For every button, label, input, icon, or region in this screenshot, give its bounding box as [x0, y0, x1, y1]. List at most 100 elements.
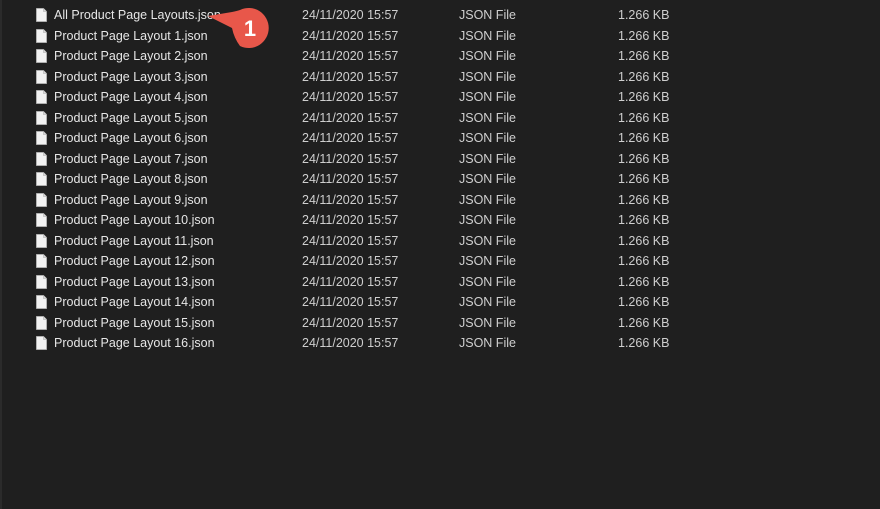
- file-date-modified: 24/11/2020 15:57: [302, 28, 399, 43]
- file-icon: [36, 110, 47, 125]
- file-type: JSON File: [459, 274, 516, 289]
- file-name: Product Page Layout 6.json: [54, 131, 208, 145]
- file-type: JSON File: [459, 315, 516, 330]
- callout-number: 1: [243, 16, 257, 41]
- file-date-modified: 24/11/2020 15:57: [302, 295, 399, 309]
- file-name: Product Page Layout 8.json: [54, 172, 208, 186]
- file-type: JSON File: [459, 90, 516, 104]
- file-icon: [36, 69, 47, 84]
- file-type: JSON File: [459, 69, 516, 84]
- file-row[interactable]: Product Page Layout 9.json 24/11/2020 15…: [0, 190, 880, 211]
- file-row[interactable]: Product Page Layout 7.json 24/11/2020 15…: [0, 149, 880, 170]
- file-date-modified: 24/11/2020 15:57: [302, 69, 399, 84]
- file-row[interactable]: Product Page Layout 4.json 24/11/2020 15…: [0, 87, 880, 108]
- file-name: Product Page Layout 16.json: [54, 336, 215, 350]
- file-size: 1.266 KB: [618, 295, 670, 309]
- file-name: All Product Page Layouts.json: [54, 8, 221, 22]
- file-date-modified: 24/11/2020 15:57: [302, 110, 399, 125]
- file-icon: [36, 131, 47, 145]
- file-type: JSON File: [459, 336, 516, 350]
- file-icon: [36, 295, 47, 309]
- file-date-modified: 24/11/2020 15:57: [302, 336, 399, 350]
- file-size: 1.266 KB: [618, 28, 670, 43]
- file-icon: [36, 192, 47, 207]
- file-date-modified: 24/11/2020 15:57: [302, 192, 399, 207]
- file-type: JSON File: [459, 131, 516, 145]
- file-size: 1.266 KB: [618, 274, 670, 289]
- file-row[interactable]: Product Page Layout 13.json 24/11/2020 1…: [0, 272, 880, 293]
- file-name: Product Page Layout 5.json: [54, 110, 208, 125]
- file-icon: [36, 274, 47, 289]
- file-date-modified: 24/11/2020 15:57: [302, 213, 399, 227]
- file-date-modified: 24/11/2020 15:57: [302, 172, 399, 186]
- file-date-modified: 24/11/2020 15:57: [302, 8, 399, 22]
- file-date-modified: 24/11/2020 15:57: [302, 90, 399, 104]
- file-type: JSON File: [459, 192, 516, 207]
- file-icon: [36, 254, 47, 268]
- file-type: JSON File: [459, 49, 516, 63]
- file-type: JSON File: [459, 254, 516, 268]
- file-row[interactable]: Product Page Layout 11.json 24/11/2020 1…: [0, 231, 880, 252]
- file-size: 1.266 KB: [618, 90, 670, 104]
- file-name: Product Page Layout 15.json: [54, 315, 215, 330]
- file-icon: [36, 213, 47, 227]
- file-size: 1.266 KB: [618, 213, 670, 227]
- file-size: 1.266 KB: [618, 336, 670, 350]
- file-name: Product Page Layout 1.json: [54, 28, 208, 43]
- file-date-modified: 24/11/2020 15:57: [302, 49, 399, 63]
- file-date-modified: 24/11/2020 15:57: [302, 233, 399, 248]
- file-type: JSON File: [459, 151, 516, 166]
- file-row[interactable]: Product Page Layout 3.json 24/11/2020 15…: [0, 67, 880, 88]
- file-name: Product Page Layout 10.json: [54, 213, 215, 227]
- file-type: JSON File: [459, 213, 516, 227]
- file-type: JSON File: [459, 233, 516, 248]
- file-size: 1.266 KB: [618, 69, 670, 84]
- file-name: Product Page Layout 13.json: [54, 274, 215, 289]
- file-date-modified: 24/11/2020 15:57: [302, 151, 399, 166]
- file-list: All Product Page Layouts.json 24/11/2020…: [0, 5, 880, 354]
- file-icon: [36, 90, 47, 104]
- file-row[interactable]: Product Page Layout 8.json 24/11/2020 15…: [0, 169, 880, 190]
- file-row[interactable]: All Product Page Layouts.json 24/11/2020…: [0, 5, 880, 26]
- file-row[interactable]: Product Page Layout 16.json 24/11/2020 1…: [0, 333, 880, 354]
- file-type: JSON File: [459, 172, 516, 186]
- file-icon: [36, 233, 47, 248]
- file-name: Product Page Layout 2.json: [54, 49, 208, 63]
- file-row[interactable]: Product Page Layout 6.json 24/11/2020 15…: [0, 128, 880, 149]
- file-icon: [36, 172, 47, 186]
- file-size: 1.266 KB: [618, 151, 670, 166]
- file-row[interactable]: Product Page Layout 15.json 24/11/2020 1…: [0, 313, 880, 334]
- file-size: 1.266 KB: [618, 233, 670, 248]
- file-size: 1.266 KB: [618, 192, 670, 207]
- file-type: JSON File: [459, 110, 516, 125]
- file-row[interactable]: Product Page Layout 2.json 24/11/2020 15…: [0, 46, 880, 67]
- file-date-modified: 24/11/2020 15:57: [302, 254, 399, 268]
- file-icon: [36, 151, 47, 166]
- file-date-modified: 24/11/2020 15:57: [302, 274, 399, 289]
- file-row[interactable]: Product Page Layout 1.json 24/11/2020 15…: [0, 26, 880, 47]
- file-size: 1.266 KB: [618, 254, 670, 268]
- file-size: 1.266 KB: [618, 131, 670, 145]
- file-size: 1.266 KB: [618, 110, 670, 125]
- file-icon: [36, 49, 47, 63]
- file-size: 1.266 KB: [618, 172, 670, 186]
- file-row[interactable]: Product Page Layout 14.json 24/11/2020 1…: [0, 292, 880, 313]
- file-name: Product Page Layout 3.json: [54, 69, 208, 84]
- file-size: 1.266 KB: [618, 315, 670, 330]
- file-icon: [36, 28, 47, 43]
- file-name: Product Page Layout 14.json: [54, 295, 215, 309]
- file-icon: [36, 8, 47, 22]
- file-name: Product Page Layout 4.json: [54, 90, 208, 104]
- file-name: Product Page Layout 7.json: [54, 151, 208, 166]
- file-size: 1.266 KB: [618, 49, 670, 63]
- file-row[interactable]: Product Page Layout 10.json 24/11/2020 1…: [0, 210, 880, 231]
- file-type: JSON File: [459, 8, 516, 22]
- file-name: Product Page Layout 11.json: [54, 233, 214, 248]
- file-type: JSON File: [459, 295, 516, 309]
- file-name: Product Page Layout 9.json: [54, 192, 208, 207]
- file-icon: [36, 336, 47, 350]
- file-date-modified: 24/11/2020 15:57: [302, 315, 399, 330]
- file-date-modified: 24/11/2020 15:57: [302, 131, 399, 145]
- file-row[interactable]: Product Page Layout 5.json 24/11/2020 15…: [0, 108, 880, 129]
- file-row[interactable]: Product Page Layout 12.json 24/11/2020 1…: [0, 251, 880, 272]
